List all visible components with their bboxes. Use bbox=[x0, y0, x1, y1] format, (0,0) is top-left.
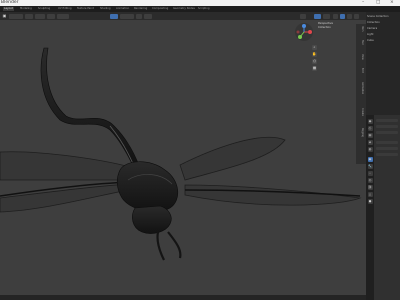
render-props-icon[interactable]: ◉ bbox=[367, 119, 373, 124]
outliner-row[interactable]: Light bbox=[367, 32, 393, 37]
data-props-icon[interactable]: △ bbox=[367, 192, 373, 197]
sidebar-tab-create[interactable]: Create bbox=[358, 108, 364, 116]
output-props-icon[interactable]: ⎙ bbox=[367, 126, 373, 131]
navigation-gizmo[interactable] bbox=[294, 22, 314, 42]
object-props-icon[interactable]: ▣ bbox=[367, 157, 373, 162]
select-menu[interactable] bbox=[35, 13, 45, 19]
tab-sculpting[interactable]: Sculpting bbox=[38, 7, 50, 11]
gizmo-toggle[interactable] bbox=[314, 13, 321, 19]
thorax bbox=[116, 161, 178, 212]
tab-scripting[interactable]: Scripting bbox=[198, 7, 210, 11]
view-layer-icon[interactable]: ▤ bbox=[367, 133, 373, 138]
outliner-row[interactable]: Scene Collection bbox=[367, 14, 393, 19]
zoom-icon[interactable]: ⌕ bbox=[312, 45, 317, 50]
property-field[interactable] bbox=[376, 125, 398, 128]
property-field[interactable] bbox=[376, 153, 398, 156]
world-props-icon[interactable]: ◍ bbox=[367, 147, 373, 152]
tab-layout[interactable]: Layout bbox=[3, 7, 14, 11]
overlay-toggle[interactable] bbox=[323, 13, 330, 19]
proportional-edit[interactable] bbox=[144, 13, 152, 19]
tab-animation[interactable]: Animation bbox=[116, 7, 129, 11]
tab-texture-paint[interactable]: Texture Paint bbox=[77, 7, 94, 11]
sidebar-tabs: Item Tool View Edit Animation Create Rig… bbox=[356, 24, 366, 164]
sidebar-tab-item[interactable]: Item bbox=[358, 26, 364, 31]
tab-modeling[interactable]: Modeling bbox=[20, 7, 32, 11]
material-props-icon[interactable]: ● bbox=[367, 199, 373, 204]
tab-geometry-nodes[interactable]: Geometry Nodes bbox=[173, 7, 195, 11]
tab-rendering[interactable]: Rendering bbox=[134, 7, 147, 11]
snap-toggle[interactable] bbox=[136, 13, 142, 19]
add-menu[interactable] bbox=[47, 13, 55, 19]
grid-view-icon[interactable]: ▦ bbox=[312, 66, 317, 71]
mandible-right bbox=[167, 231, 182, 259]
constraints-props-icon[interactable]: ⛓ bbox=[367, 185, 373, 190]
properties-panel bbox=[374, 115, 400, 300]
property-field[interactable] bbox=[376, 131, 398, 134]
outliner-row[interactable]: Collection bbox=[367, 20, 393, 25]
tail-abdomen bbox=[40, 47, 141, 171]
visibility-button[interactable] bbox=[300, 13, 306, 19]
property-field[interactable] bbox=[376, 141, 398, 144]
object-menu[interactable] bbox=[57, 13, 69, 19]
y-axis-ball[interactable] bbox=[298, 35, 302, 39]
property-field[interactable] bbox=[376, 147, 398, 150]
outliner-row[interactable]: Camera bbox=[367, 26, 393, 31]
neg-x-axis-ball[interactable] bbox=[296, 30, 300, 34]
property-field[interactable] bbox=[376, 119, 398, 122]
z-axis-ball[interactable] bbox=[302, 24, 306, 28]
sidebar-tab-edit[interactable]: Edit bbox=[358, 68, 364, 73]
particles-props-icon[interactable]: ⁘ bbox=[367, 171, 373, 176]
tab-compositing[interactable]: Compositing bbox=[152, 7, 168, 11]
tab-uv-editing[interactable]: UV Editing bbox=[58, 7, 72, 11]
camera-view-icon[interactable]: ⎙ bbox=[312, 59, 317, 64]
viewport-label-collection: Collection bbox=[318, 26, 331, 29]
tab-shading[interactable]: Shading bbox=[100, 7, 111, 11]
shading-solid-button[interactable] bbox=[340, 13, 345, 19]
modifier-props-icon[interactable]: 🔧 bbox=[367, 164, 373, 169]
transform-orientation[interactable] bbox=[110, 13, 118, 19]
xray-toggle[interactable] bbox=[333, 13, 338, 19]
sidebar-tab-view[interactable]: View bbox=[358, 54, 364, 60]
view-menu[interactable] bbox=[25, 13, 33, 19]
right-upper-wing bbox=[179, 136, 286, 181]
sidebar-tab-tool[interactable]: Tool bbox=[358, 40, 364, 45]
x-axis-ball[interactable] bbox=[308, 30, 312, 34]
sidebar-tab-rigging[interactable]: Rigging bbox=[358, 128, 364, 137]
shading-material-button[interactable] bbox=[347, 13, 352, 19]
scene-props-icon[interactable]: ◈ bbox=[367, 140, 373, 145]
viewport-overlay-text: Perspective Collection bbox=[318, 22, 333, 30]
viewport-header: ▣ bbox=[0, 12, 366, 20]
properties-tab-strip: ◉ ⎙ ▤ ◈ ◍ ▣ 🔧 ⁘ ◎ ⛓ △ ● bbox=[366, 115, 374, 300]
status-bar bbox=[0, 295, 366, 300]
sidebar-tab-animation[interactable]: Animation bbox=[358, 82, 364, 94]
pan-hand-icon[interactable]: ✋ bbox=[312, 52, 317, 57]
editor-type-icon[interactable]: ▣ bbox=[2, 13, 7, 18]
physics-props-icon[interactable]: ◎ bbox=[367, 178, 373, 183]
shading-rendered-button[interactable] bbox=[354, 13, 359, 19]
mandible-left bbox=[156, 231, 165, 261]
pivot-select[interactable] bbox=[120, 13, 134, 19]
mode-select[interactable] bbox=[9, 13, 23, 19]
outliner-row[interactable]: Cube bbox=[367, 38, 393, 43]
head bbox=[132, 205, 172, 234]
